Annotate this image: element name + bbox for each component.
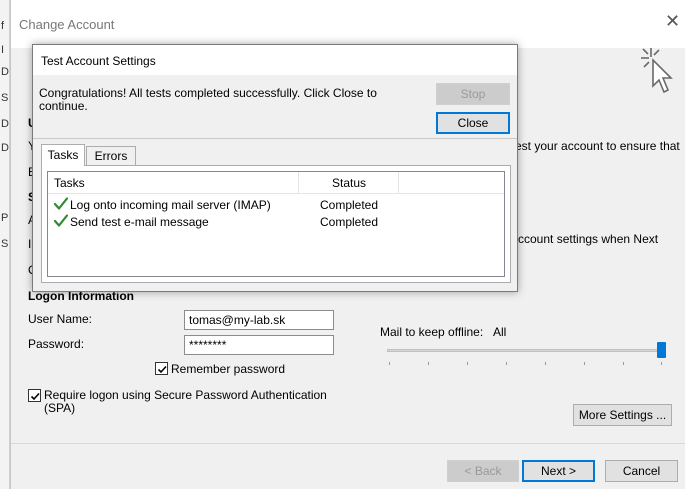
- close-icon[interactable]: ✕: [665, 12, 680, 30]
- strip-char: P: [1, 212, 9, 224]
- column-header-tasks[interactable]: Tasks: [54, 176, 85, 190]
- slider-tick: [623, 362, 624, 365]
- password-input[interactable]: ********: [184, 335, 334, 355]
- slider-tick: [584, 362, 585, 365]
- checkmark-icon: [53, 197, 69, 210]
- dialog-titlebar: Test Account Settings: [33, 45, 517, 75]
- strip-char: S: [1, 238, 9, 250]
- column-divider: [298, 172, 299, 194]
- strip-char: D: [1, 66, 9, 78]
- task-list-header: Tasks Status: [48, 172, 504, 194]
- slider-tick: [545, 362, 546, 365]
- task-name: Send test e-mail message: [70, 215, 209, 229]
- task-list: Tasks Status Log onto incoming mail serv…: [47, 171, 505, 277]
- slider-tick: [428, 362, 429, 365]
- checkbox-icon: [157, 365, 167, 374]
- test-account-description: est your account to ensure that: [515, 139, 680, 153]
- table-row[interactable]: Log onto incoming mail server (IMAP) Com…: [48, 196, 504, 213]
- slider-tick: [661, 362, 662, 365]
- remember-password-checkbox[interactable]: [155, 362, 168, 375]
- password-label: Password:: [28, 337, 85, 351]
- footer-divider: [11, 443, 685, 444]
- checkbox-icon: [30, 392, 40, 401]
- spa-checkbox[interactable]: [28, 389, 41, 402]
- tasks-tab-panel: Tasks Status Log onto incoming mail serv…: [41, 165, 511, 283]
- back-button[interactable]: < Back: [447, 460, 519, 482]
- strip-char: D: [1, 142, 9, 154]
- strip-char: S: [1, 92, 9, 104]
- task-status: Completed: [320, 198, 379, 212]
- tab-errors[interactable]: Errors: [86, 146, 136, 165]
- window-title: Change Account: [19, 17, 115, 32]
- strip-char: f: [1, 20, 5, 32]
- success-message: Congratulations! All tests completed suc…: [39, 86, 377, 113]
- slider-tick: [467, 362, 468, 365]
- slider-tick: [389, 362, 390, 365]
- user-name-label: User Name:: [28, 312, 93, 326]
- next-behavior-description: ccount settings when Next: [518, 232, 659, 246]
- remember-password-label: Remember password: [171, 362, 286, 376]
- next-button[interactable]: Next >: [522, 460, 595, 482]
- close-button[interactable]: Close: [436, 112, 510, 134]
- cancel-button[interactable]: Cancel: [605, 460, 678, 482]
- test-account-settings-dialog: Test Account Settings Congratulations! A…: [32, 44, 518, 292]
- offline-slider-track[interactable]: [387, 349, 663, 352]
- slider-tick: [506, 362, 507, 365]
- offline-label: Mail to keep offline:: [380, 325, 484, 339]
- background-window-strip: f I D S D D P S: [0, 0, 10, 489]
- user-name-input[interactable]: tomas@my-lab.sk: [184, 310, 334, 330]
- spa-label-continued: (SPA): [44, 401, 76, 415]
- offline-slider-thumb[interactable]: [657, 342, 666, 358]
- dialog-divider: [33, 138, 517, 139]
- strip-char: I: [1, 44, 5, 56]
- dialog-title: Test Account Settings: [41, 54, 156, 68]
- task-name: Log onto incoming mail server (IMAP): [70, 198, 271, 212]
- cursor-click-icon: [641, 48, 673, 94]
- task-status: Completed: [320, 215, 379, 229]
- stop-button[interactable]: Stop: [436, 83, 510, 105]
- table-row[interactable]: Send test e-mail message Completed: [48, 213, 504, 230]
- strip-char: D: [1, 118, 9, 130]
- column-header-status[interactable]: Status: [332, 176, 366, 190]
- checkmark-icon: [53, 214, 69, 227]
- change-account-titlebar: Change Account ✕: [11, 0, 685, 48]
- more-settings-button[interactable]: More Settings ...: [573, 404, 672, 426]
- column-divider: [398, 172, 399, 194]
- tab-tasks[interactable]: Tasks: [41, 144, 85, 166]
- offline-value: All: [493, 325, 507, 339]
- spa-label: Require logon using Secure Password Auth…: [44, 388, 327, 402]
